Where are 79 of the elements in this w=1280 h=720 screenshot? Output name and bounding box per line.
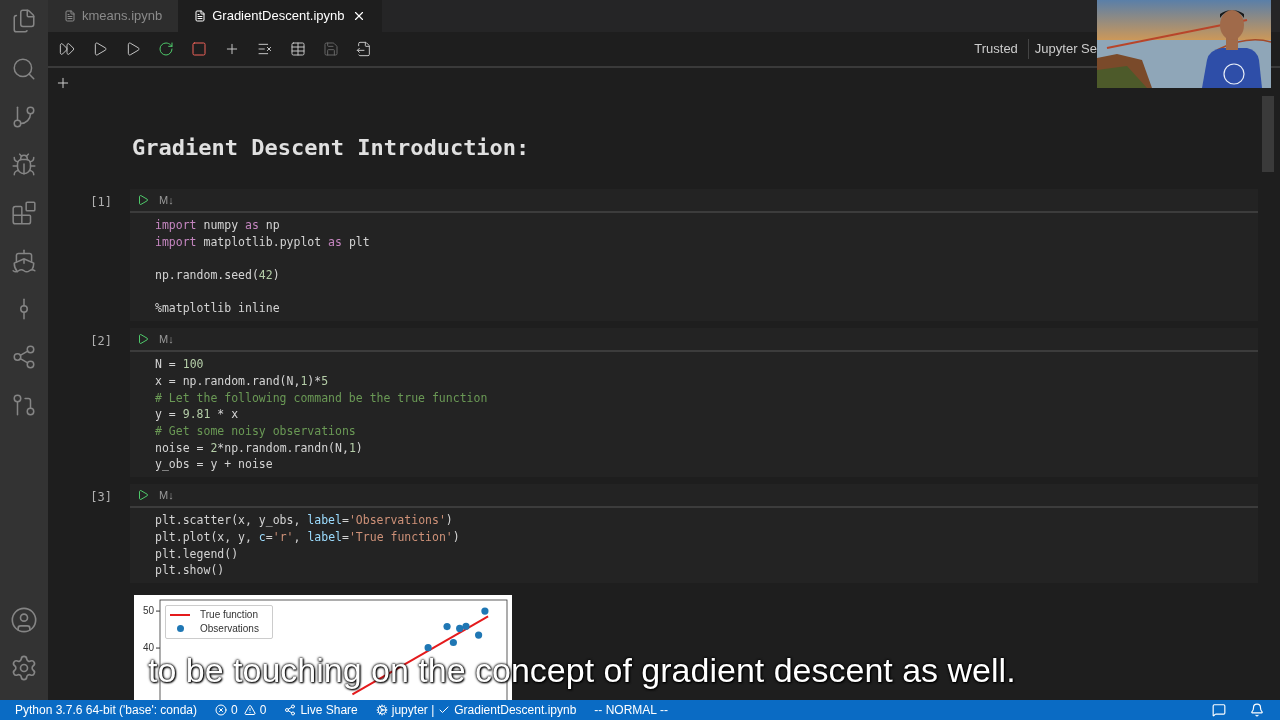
clear-outputs-icon[interactable]	[257, 41, 273, 57]
execution-count: [3]	[89, 489, 113, 507]
error-icon[interactable]	[215, 704, 228, 716]
add-cell-icon[interactable]	[55, 75, 71, 91]
code-line: N = 100	[155, 356, 204, 373]
extensions-icon[interactable]	[11, 200, 37, 226]
observation-point	[449, 638, 457, 647]
run-cell-icon[interactable]	[137, 194, 149, 206]
restart-icon[interactable]	[158, 41, 174, 57]
code-line: y_obs = y + noise	[155, 456, 273, 474]
run-above-icon[interactable]	[92, 41, 108, 57]
code-line: plt.show()	[155, 562, 225, 579]
file-status[interactable]: GradientDescent.ipynb	[454, 701, 577, 719]
vim-mode: -- NORMAL --	[594, 702, 668, 719]
code-line: noise = 2*np.random.randn(N,1)	[155, 439, 363, 457]
code-line: # Let the following command be the true function	[155, 389, 488, 407]
scrollbar-thumb[interactable]	[1262, 96, 1274, 172]
files-icon[interactable]	[11, 8, 37, 34]
run-cell-icon[interactable]	[137, 489, 149, 502]
code-line: np.random.seed(42)	[155, 267, 280, 284]
file-icon	[194, 10, 207, 22]
legend-label: Observations	[200, 622, 259, 635]
observation-point	[424, 644, 432, 652]
pull-request-icon[interactable]	[11, 392, 37, 418]
share-icon[interactable]	[11, 344, 37, 370]
code-line: x = np.random.rand(N,1)*5	[155, 372, 329, 390]
observation-point	[481, 607, 489, 615]
code-line: import matplotlib.pyplot as plt	[155, 233, 370, 251]
code-line: plt.plot(x, y, c='r', label='True function')	[155, 528, 460, 546]
account-icon[interactable]	[10, 606, 38, 634]
gear-icon[interactable]	[375, 704, 388, 716]
run-debug-icon[interactable]	[11, 152, 37, 178]
stop-icon[interactable]	[191, 41, 207, 57]
y-tick-label: 50	[141, 605, 154, 617]
live-share-icon[interactable]	[284, 704, 297, 716]
trusted-label[interactable]: Trusted	[974, 39, 1029, 59]
live-share-status[interactable]: Live Share	[300, 701, 358, 719]
editor-tab[interactable]: GradientDescent.ipynb	[178, 0, 383, 32]
export-icon[interactable]	[356, 41, 372, 57]
cell[interactable]: M↓ plt.scatter(x, y_obs, label='Observations') plt.plot(x, y, c='r', label='True function') plt.legend() plt.show()	[130, 484, 1258, 583]
file-icon	[64, 10, 76, 22]
table-icon[interactable]	[290, 41, 306, 57]
cell-type-label[interactable]: M↓	[159, 486, 174, 504]
notebook-heading: Gradient Descent Introduction:	[132, 134, 531, 162]
feedback-icon[interactable]	[1212, 703, 1226, 717]
settings-icon[interactable]	[10, 654, 38, 682]
cell[interactable]: M↓ N = 100 x = np.random.rand(N,1)*5 # Let the following command be the true function y = 9.81 * x # Get some noisy observations noise = 2*np.random.randn(N,1) y_obs = y + noise	[130, 328, 1258, 478]
editor-tab[interactable]: kmeans.ipynb	[48, 0, 179, 32]
ship-icon[interactable]	[11, 248, 37, 274]
observation-point	[443, 622, 451, 631]
add-icon[interactable]	[224, 41, 240, 57]
error-count[interactable]: 0	[231, 701, 238, 719]
bell-icon[interactable]	[1250, 703, 1264, 717]
search-icon[interactable]	[11, 56, 37, 82]
code-line: plt.scatter(x, y_obs, label='Observations')	[155, 512, 453, 529]
run-all-icon[interactable]	[59, 41, 75, 57]
check-icon[interactable]	[438, 704, 451, 716]
legend-label: True function	[200, 608, 258, 621]
run-cell-icon[interactable]	[137, 333, 149, 346]
code-line: y = 9.81 * x	[155, 406, 239, 423]
run-below-icon[interactable]	[125, 41, 141, 57]
interpreter-status[interactable]: Python 3.7.6 64-bit ('base': conda)	[15, 701, 198, 719]
code-line: import numpy as np	[155, 217, 280, 234]
server-status[interactable]: jupyter |	[391, 701, 435, 719]
y-tick-label: 40	[141, 641, 154, 654]
execution-count: [1]	[89, 194, 113, 211]
branch-icon[interactable]	[11, 104, 37, 130]
observation-point	[475, 631, 483, 639]
execution-count: [2]	[89, 333, 113, 351]
warning-icon[interactable]	[243, 704, 256, 716]
cell-type-label[interactable]: M↓	[159, 330, 174, 348]
warning-count[interactable]: 0	[259, 701, 267, 719]
kernel-label[interactable]: Jupyter Se	[1028, 39, 1097, 59]
code-line: plt.legend()	[155, 545, 239, 563]
code-line: %matplotlib inline	[155, 300, 280, 318]
code-line: # Get some noisy observations	[155, 423, 356, 440]
cell-type-label[interactable]: M↓	[159, 191, 174, 209]
save-icon[interactable]	[323, 41, 339, 57]
cell[interactable]: M↓ import numpy as np import matplotlib.pyplot as plt np.random.seed(42) %matplotlib inline	[130, 189, 1258, 322]
